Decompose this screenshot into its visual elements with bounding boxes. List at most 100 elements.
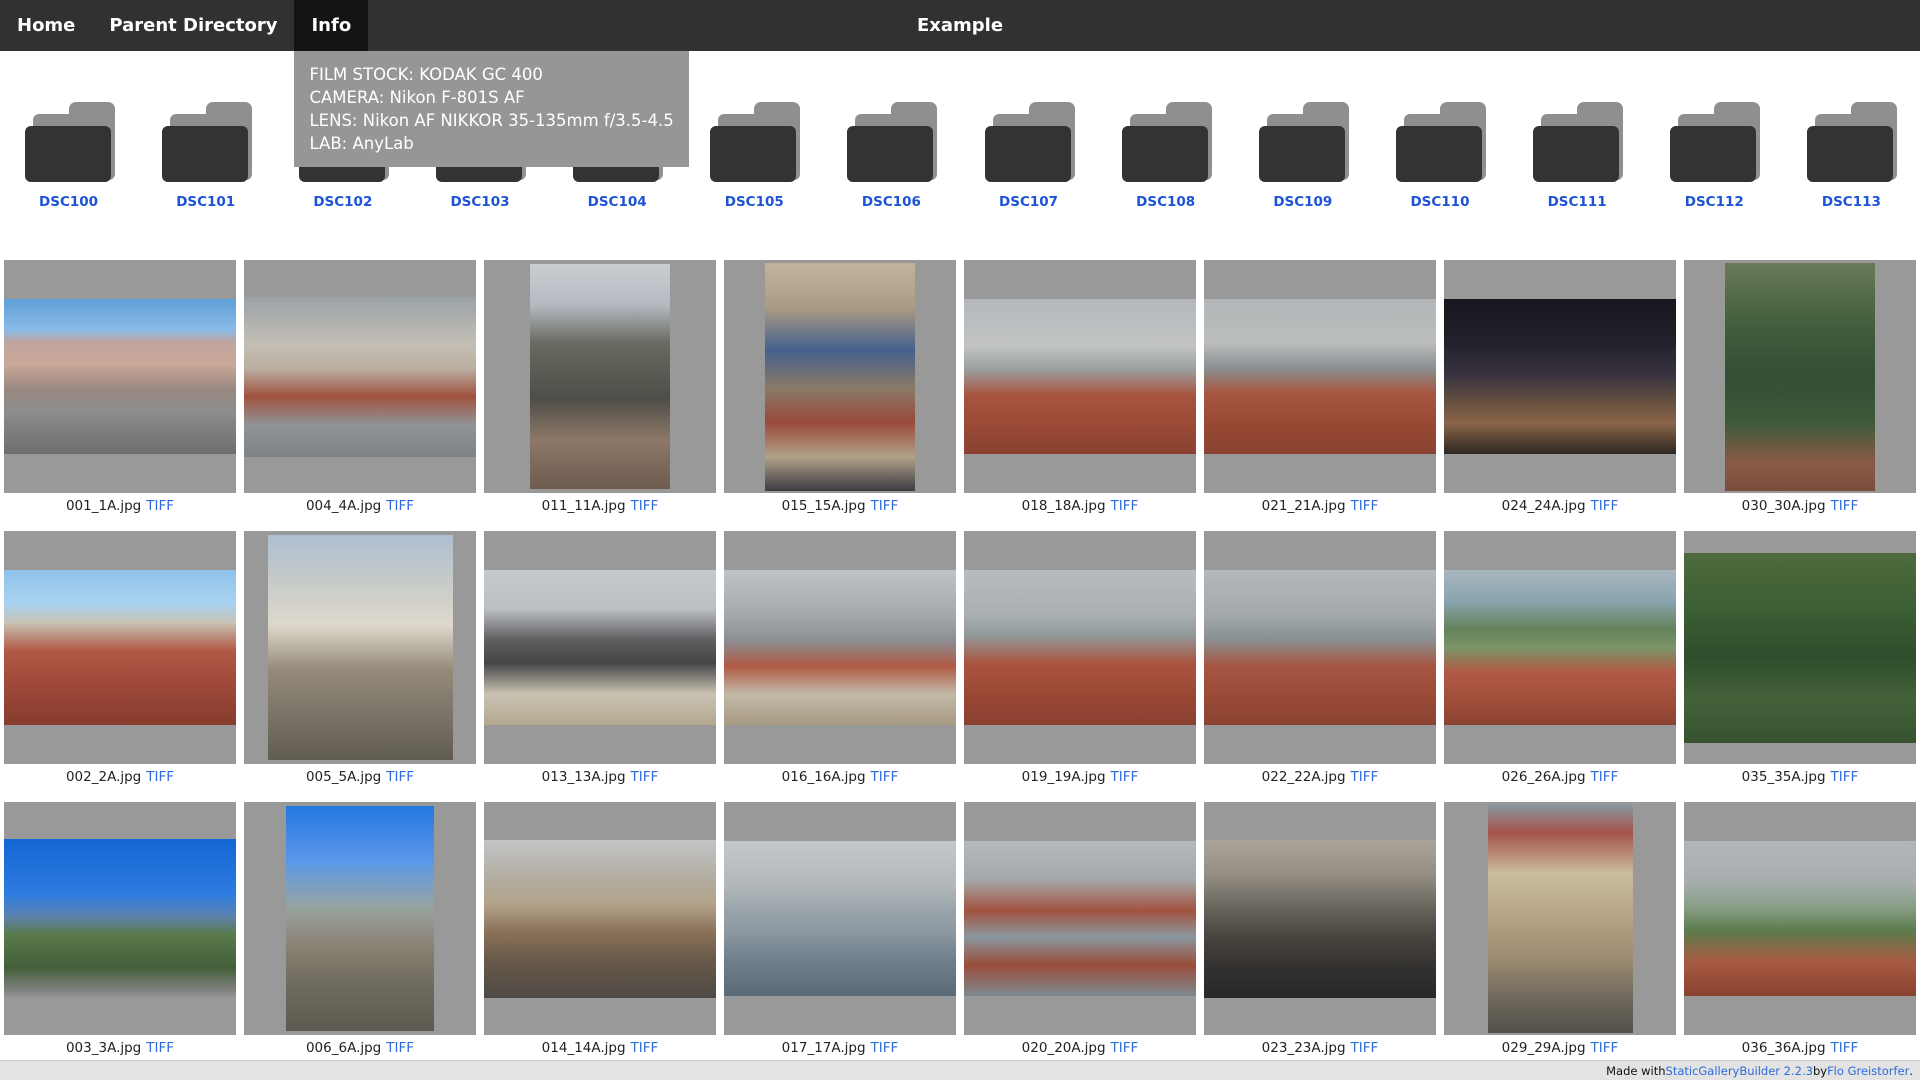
photo-preview <box>268 535 453 760</box>
tiff-link-029_29A[interactable]: TIFF <box>1591 1040 1619 1056</box>
thumbnail-006_6A[interactable] <box>244 802 476 1035</box>
thumbnail-030_30A[interactable] <box>1684 260 1916 493</box>
thumbnail-035_35A[interactable] <box>1684 531 1916 764</box>
folder-link-dsc109[interactable]: DSC109 <box>1273 194 1332 210</box>
folder-icon-front <box>1259 126 1345 182</box>
thumbnail-021_21A[interactable] <box>1204 260 1436 493</box>
thumbnail-015_15A[interactable] <box>724 260 956 493</box>
nav-item-info[interactable]: InfoFILM STOCK: KODAK GC 400CAMERA: Niko… <box>294 0 368 51</box>
folder-icon[interactable] <box>1531 102 1623 182</box>
tiff-link-013_13A[interactable]: TIFF <box>631 769 659 785</box>
thumbnail-004_4A[interactable] <box>244 260 476 493</box>
thumbnail-011_11A[interactable] <box>484 260 716 493</box>
nav-item-home[interactable]: Home <box>0 0 92 51</box>
page-title: Example <box>917 0 1003 51</box>
folder-link-dsc107[interactable]: DSC107 <box>999 194 1058 210</box>
grid-row: 003_3A.jpgTIFF006_6A.jpgTIFF014_14A.jpgT… <box>0 802 1920 1056</box>
thumbnail-022_22A[interactable] <box>1204 531 1436 764</box>
tiff-link-023_23A[interactable]: TIFF <box>1351 1040 1379 1056</box>
folder-link-dsc113[interactable]: DSC113 <box>1822 194 1881 210</box>
thumbnail-016_16A[interactable] <box>724 531 956 764</box>
gallery-cell: 003_3A.jpgTIFF <box>0 802 240 1056</box>
thumbnail-020_20A[interactable] <box>964 802 1196 1035</box>
folder-link-dsc101[interactable]: DSC101 <box>176 194 235 210</box>
folder-icon[interactable] <box>1257 102 1349 182</box>
tiff-link-035_35A[interactable]: TIFF <box>1831 769 1859 785</box>
thumbnail-026_26A[interactable] <box>1444 531 1676 764</box>
folder-link-dsc102[interactable]: DSC102 <box>313 194 372 210</box>
filename-text: 015_15A.jpg <box>782 498 866 514</box>
tiff-link-026_26A[interactable]: TIFF <box>1591 769 1619 785</box>
photo-preview <box>4 299 236 454</box>
folder-cell: DSC108 <box>1097 102 1234 210</box>
tiff-link-014_14A[interactable]: TIFF <box>631 1040 659 1056</box>
thumbnail-caption: 003_3A.jpgTIFF <box>66 1040 174 1056</box>
folder-link-dsc110[interactable]: DSC110 <box>1410 194 1469 210</box>
tiff-link-001_1A[interactable]: TIFF <box>146 498 174 514</box>
folder-icon[interactable] <box>845 102 937 182</box>
folder-cell: DSC100 <box>0 102 137 210</box>
tiff-link-030_30A[interactable]: TIFF <box>1831 498 1859 514</box>
footer-author-link[interactable]: Flo Greistorfer <box>1827 1064 1909 1078</box>
folder-link-dsc112[interactable]: DSC112 <box>1685 194 1744 210</box>
filename-text: 021_21A.jpg <box>1262 498 1346 514</box>
folder-icon[interactable] <box>708 102 800 182</box>
thumbnail-001_1A[interactable] <box>4 260 236 493</box>
thumbnail-017_17A[interactable] <box>724 802 956 1035</box>
folder-link-dsc103[interactable]: DSC103 <box>450 194 509 210</box>
tiff-link-018_18A[interactable]: TIFF <box>1111 498 1139 514</box>
thumbnail-036_36A[interactable] <box>1684 802 1916 1035</box>
folder-link-dsc108[interactable]: DSC108 <box>1136 194 1195 210</box>
folder-icon[interactable] <box>1805 102 1897 182</box>
thumbnail-caption: 018_18A.jpgTIFF <box>1022 498 1139 514</box>
thumbnail-019_19A[interactable] <box>964 531 1196 764</box>
tiff-link-036_36A[interactable]: TIFF <box>1831 1040 1859 1056</box>
tiff-link-019_19A[interactable]: TIFF <box>1111 769 1139 785</box>
tiff-link-004_4A[interactable]: TIFF <box>386 498 414 514</box>
folder-icon[interactable] <box>1394 102 1486 182</box>
thumbnail-003_3A[interactable] <box>4 802 236 1035</box>
folder-cell: DSC101 <box>137 102 274 210</box>
folder-link-dsc104[interactable]: DSC104 <box>588 194 647 210</box>
filename-text: 019_19A.jpg <box>1022 769 1106 785</box>
thumbnail-023_23A[interactable] <box>1204 802 1436 1035</box>
folder-link-dsc105[interactable]: DSC105 <box>725 194 784 210</box>
footer-builder-link[interactable]: StaticGalleryBuilder 2.2.3 <box>1666 1064 1813 1078</box>
folder-icon[interactable] <box>1668 102 1760 182</box>
tiff-link-021_21A[interactable]: TIFF <box>1351 498 1379 514</box>
tiff-link-003_3A[interactable]: TIFF <box>146 1040 174 1056</box>
thumbnail-024_24A[interactable] <box>1444 260 1676 493</box>
thumbnail-005_5A[interactable] <box>244 531 476 764</box>
folder-icon-front <box>1533 126 1619 182</box>
filename-text: 016_16A.jpg <box>782 769 866 785</box>
tiff-link-002_2A[interactable]: TIFF <box>146 769 174 785</box>
tiff-link-006_6A[interactable]: TIFF <box>386 1040 414 1056</box>
thumbnail-029_29A[interactable] <box>1444 802 1676 1035</box>
nav-item-parent-directory[interactable]: Parent Directory <box>92 0 294 51</box>
gallery-cell: 030_30A.jpgTIFF <box>1680 260 1920 514</box>
folder-cell: DSC106 <box>823 102 960 210</box>
folder-link-dsc106[interactable]: DSC106 <box>862 194 921 210</box>
tiff-link-005_5A[interactable]: TIFF <box>386 769 414 785</box>
folder-icon[interactable] <box>1120 102 1212 182</box>
gallery-cell: 019_19A.jpg TIFF <box>960 531 1200 785</box>
tiff-link-015_15A[interactable]: TIFF <box>871 498 899 514</box>
thumbnail-014_14A[interactable] <box>484 802 716 1035</box>
tiff-link-022_22A[interactable]: TIFF <box>1351 769 1379 785</box>
thumbnail-018_18A[interactable] <box>964 260 1196 493</box>
thumbnail-013_13A[interactable] <box>484 531 716 764</box>
filename-text: 029_29A.jpg <box>1502 1040 1586 1056</box>
folder-link-dsc111[interactable]: DSC111 <box>1548 194 1607 210</box>
photo-preview <box>484 570 716 725</box>
tiff-link-024_24A[interactable]: TIFF <box>1591 498 1619 514</box>
folder-icon[interactable] <box>23 102 115 182</box>
folder-icon[interactable] <box>160 102 252 182</box>
tiff-link-020_20A[interactable]: TIFF <box>1111 1040 1139 1056</box>
tiff-link-017_17A[interactable]: TIFF <box>871 1040 899 1056</box>
folder-icon[interactable] <box>983 102 1075 182</box>
thumbnail-caption: 019_19A.jpg TIFF <box>1022 769 1139 785</box>
tiff-link-016_16A[interactable]: TIFF <box>871 769 899 785</box>
thumbnail-002_2A[interactable] <box>4 531 236 764</box>
folder-link-dsc100[interactable]: DSC100 <box>39 194 98 210</box>
tiff-link-011_11A[interactable]: TIFF <box>631 498 659 514</box>
